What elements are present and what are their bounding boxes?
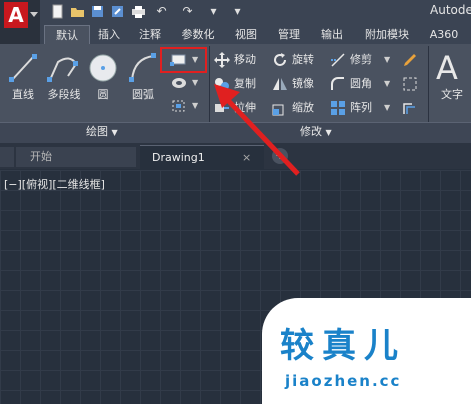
dropdown-icon[interactable]: ▾ bbox=[206, 4, 221, 19]
tab-a360[interactable]: A360 bbox=[424, 25, 464, 44]
line-tool-icon[interactable] bbox=[6, 50, 40, 86]
tab-parametric[interactable]: 参数化 bbox=[172, 25, 224, 44]
circle-tool-icon[interactable] bbox=[86, 50, 120, 86]
tab-output[interactable]: 输出 bbox=[312, 25, 352, 44]
tab-annotate[interactable]: 注释 bbox=[130, 25, 170, 44]
application-menu-button[interactable]: A bbox=[0, 0, 40, 44]
tab-addins[interactable]: 附加模块 bbox=[354, 25, 420, 44]
drawing1-tab-label: Drawing1 bbox=[152, 151, 205, 164]
window-title: Autode bbox=[430, 3, 471, 17]
chevron-down-icon[interactable]: ▼ bbox=[384, 55, 390, 64]
text-tool-icon[interactable]: A bbox=[436, 48, 470, 88]
chevron-down-icon: ▼ bbox=[111, 128, 118, 137]
redo-icon[interactable]: ↷ bbox=[180, 4, 195, 19]
arc-tool-icon[interactable] bbox=[126, 50, 160, 86]
annotation-arrow-icon bbox=[214, 84, 300, 176]
fillet-command[interactable]: 圆角 bbox=[350, 75, 372, 93]
watermark-url: jiaozhen.cc bbox=[285, 372, 402, 390]
open-folder-icon[interactable] bbox=[70, 4, 85, 19]
move-command[interactable]: 移动 bbox=[234, 51, 256, 69]
rotate-icon[interactable] bbox=[272, 52, 288, 68]
tab-default[interactable]: 默认 bbox=[44, 25, 90, 45]
chevron-down-icon[interactable]: ▼ bbox=[192, 78, 198, 87]
move-icon[interactable] bbox=[214, 52, 230, 68]
text-tool-label[interactable]: 文字 bbox=[434, 88, 470, 102]
chevron-down-icon[interactable]: ▼ bbox=[384, 79, 390, 88]
trim-command[interactable]: 修剪 bbox=[350, 51, 372, 69]
offset-icon[interactable] bbox=[402, 100, 418, 116]
hatch-tool-icon[interactable] bbox=[170, 75, 188, 91]
viewport-controls[interactable]: [−][俯视][二维线框] bbox=[4, 176, 105, 192]
save-as-icon[interactable] bbox=[110, 4, 125, 19]
new-file-icon[interactable] bbox=[50, 4, 65, 19]
tab-scroll-left[interactable] bbox=[0, 147, 14, 167]
arc-tool-label[interactable]: 圆弧 bbox=[124, 88, 162, 102]
watermark-logo: 较真儿 bbox=[280, 326, 406, 366]
start-tab[interactable]: 开始 bbox=[16, 147, 136, 167]
rectangle-tool-icon[interactable] bbox=[170, 52, 188, 68]
tab-view[interactable]: 视图 bbox=[226, 25, 266, 44]
panel-divider bbox=[428, 46, 429, 122]
circle-tool-label[interactable]: 圆 bbox=[86, 88, 120, 102]
fillet-icon[interactable] bbox=[330, 76, 346, 92]
boundary-tool-icon[interactable] bbox=[170, 98, 188, 114]
polyline-tool-label[interactable]: 多段线 bbox=[40, 88, 88, 102]
workspace-dropdown-icon[interactable]: ▾ bbox=[230, 4, 245, 19]
explode-icon[interactable] bbox=[402, 76, 418, 92]
autocad-logo-icon: A bbox=[4, 2, 28, 28]
rotate-command[interactable]: 旋转 bbox=[292, 51, 314, 69]
undo-icon[interactable]: ↶ bbox=[154, 4, 169, 19]
chevron-down-icon[interactable]: ▼ bbox=[192, 101, 198, 110]
polyline-tool-icon[interactable] bbox=[44, 50, 84, 86]
plot-printer-icon[interactable] bbox=[131, 4, 146, 19]
chevron-down-icon[interactable]: ▼ bbox=[192, 55, 198, 64]
tab-insert[interactable]: 插入 bbox=[90, 25, 128, 44]
erase-pencil-icon[interactable] bbox=[402, 52, 418, 68]
tab-manage[interactable]: 管理 bbox=[268, 25, 310, 44]
draw-panel-title-text: 绘图 bbox=[86, 125, 108, 138]
chevron-down-icon bbox=[30, 12, 38, 17]
draw-panel-title[interactable]: 绘图 ▼ bbox=[86, 124, 118, 140]
array-command[interactable]: 阵列 bbox=[350, 99, 372, 117]
save-icon[interactable] bbox=[90, 4, 105, 19]
chevron-down-icon: ▼ bbox=[325, 128, 332, 137]
chevron-down-icon[interactable]: ▼ bbox=[384, 103, 390, 112]
array-icon[interactable] bbox=[330, 100, 346, 116]
trim-icon[interactable] bbox=[330, 52, 346, 68]
line-tool-label[interactable]: 直线 bbox=[4, 88, 42, 102]
